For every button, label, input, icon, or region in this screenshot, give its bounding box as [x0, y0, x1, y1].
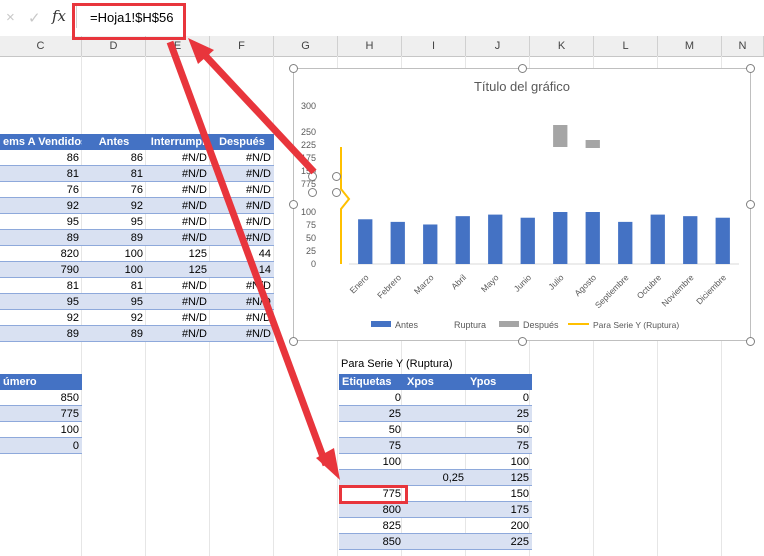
- arrow-to-formula: [197, 47, 317, 175]
- annotation-arrows: [166, 38, 340, 480]
